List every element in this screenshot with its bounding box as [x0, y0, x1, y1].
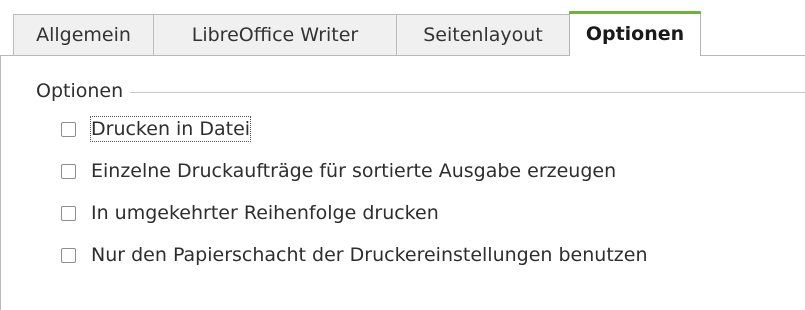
panel-border	[0, 55, 1, 310]
reverse-order-checkbox[interactable]	[61, 205, 76, 221]
tab-label: Seitenlayout	[423, 24, 543, 46]
group-separator	[36, 92, 805, 93]
print-to-file-checkbox[interactable]	[61, 121, 76, 137]
option-print-to-file[interactable]: Drucken in Datei	[61, 116, 252, 142]
paper-tray-checkbox[interactable]	[61, 247, 76, 263]
option-reverse-order[interactable]: In umgekehrter Reihenfolge drucken	[61, 200, 439, 226]
option-label: Nur den Papierschacht der Druckereinstel…	[91, 244, 648, 266]
tab-label: LibreOffice Writer	[191, 24, 359, 46]
option-paper-tray[interactable]: Nur den Papierschacht der Druckereinstel…	[61, 242, 647, 268]
tab-seitenlayout[interactable]: Seitenlayout	[396, 14, 570, 55]
group-title: Optionen	[36, 79, 131, 103]
tab-label: Optionen	[585, 23, 685, 45]
tab-optionen[interactable]: Optionen	[569, 11, 701, 56]
option-label: Drucken in Datei	[89, 116, 252, 142]
tab-libreoffice-writer[interactable]: LibreOffice Writer	[153, 14, 397, 55]
tab-bar: Allgemein LibreOffice Writer Seitenlayou…	[0, 0, 805, 56]
tab-allgemein[interactable]: Allgemein	[13, 14, 154, 55]
option-separate-jobs[interactable]: Einzelne Druckaufträge für sortierte Aus…	[61, 158, 616, 184]
separate-jobs-checkbox[interactable]	[61, 163, 76, 179]
option-label: Einzelne Druckaufträge für sortierte Aus…	[91, 160, 617, 182]
tab-label: Allgemein	[36, 24, 131, 46]
option-label: In umgekehrter Reihenfolge drucken	[91, 202, 439, 224]
